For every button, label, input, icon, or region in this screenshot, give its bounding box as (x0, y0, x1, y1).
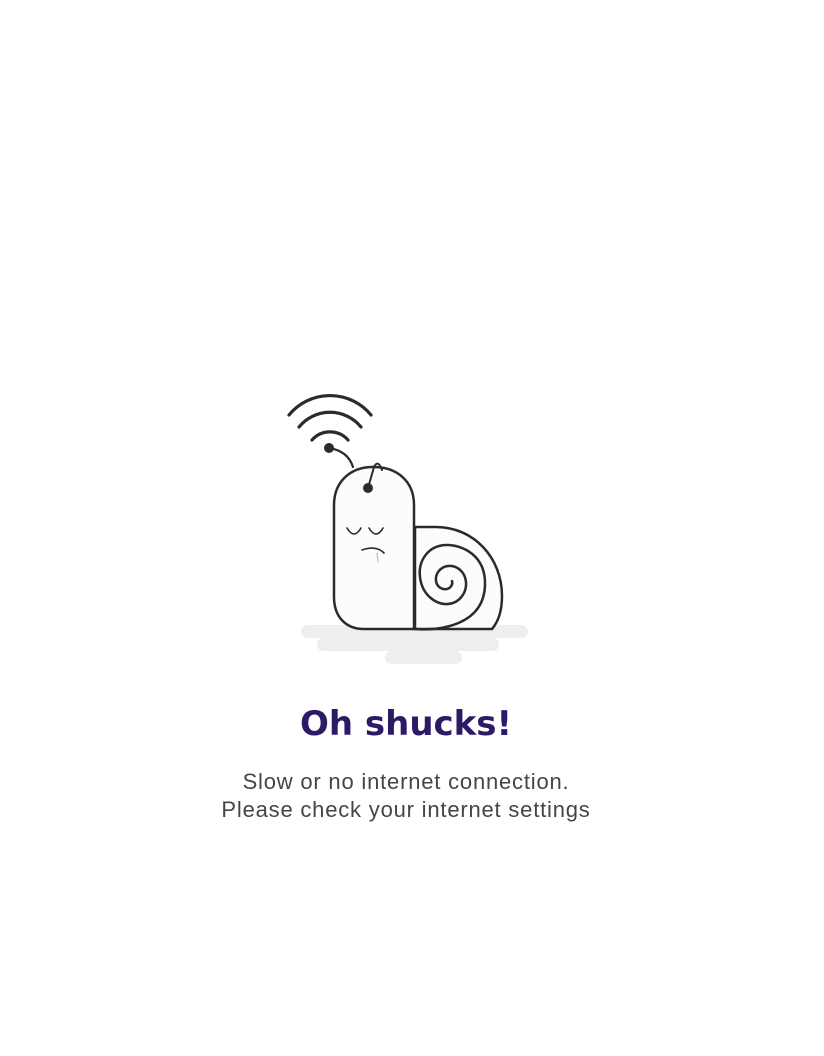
error-message-line-1: Slow or no internet connection. (242, 769, 570, 794)
snail-shell (413, 525, 504, 631)
sleepy-snail-wifi-icon (287, 393, 528, 664)
snail-antenna-back (324, 443, 355, 469)
error-message: Slow or no internet connection. Please c… (0, 768, 812, 824)
offline-error-screen: Oh shucks! Slow or no internet connectio… (0, 0, 824, 1056)
ground-shadow (301, 625, 528, 664)
error-message-line-2: Please check your internet settings (221, 797, 591, 822)
page-title: Oh shucks! (299, 704, 513, 744)
wifi-signal-icon (287, 393, 373, 442)
